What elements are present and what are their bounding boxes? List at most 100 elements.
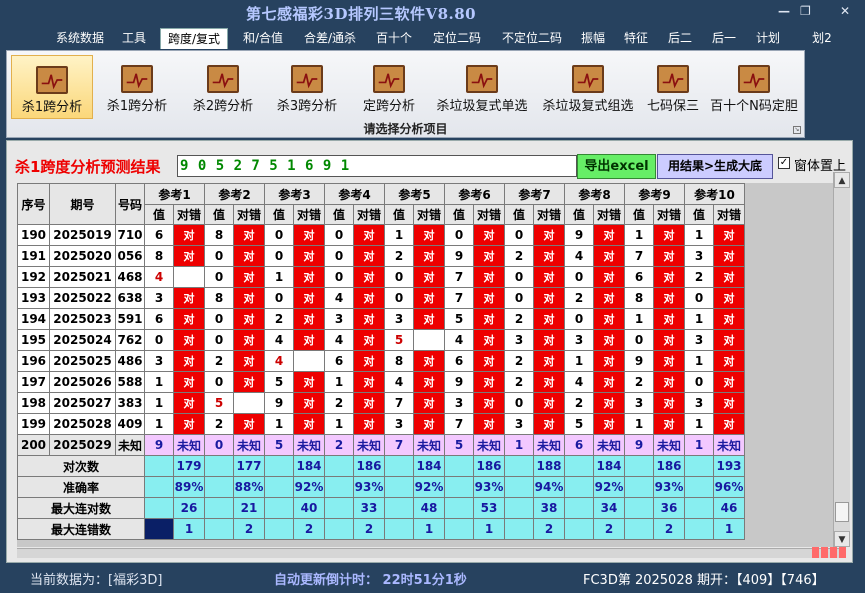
- menu-back-one[interactable]: 后一: [707, 28, 741, 49]
- ribbon-fixed-span-analysis[interactable]: 定跨分析: [353, 55, 425, 119]
- stay-on-top-checkbox[interactable]: ✓: [778, 157, 790, 169]
- cell-result: 对: [653, 329, 685, 351]
- ribbon-expand-icon[interactable]: ↘: [793, 126, 801, 134]
- menu-amplitude[interactable]: 振幅: [576, 28, 610, 49]
- cell-result: 对: [593, 392, 625, 414]
- cell-result: 对: [413, 371, 445, 393]
- cell-value: 8: [204, 224, 234, 246]
- stats-spacer: [324, 476, 354, 498]
- cell-value: 1: [264, 266, 294, 288]
- cell-result: 对: [533, 245, 565, 267]
- table-row[interactable]: 194 2025023 591 6 对 0 对 2 对 3 对 3 对 5 对 2 对 0 对 1 对 1 对: [17, 308, 745, 330]
- header-ref-10: 参考10: [684, 183, 745, 205]
- stats-spacer: [444, 476, 474, 498]
- cell-result: 对: [593, 224, 625, 246]
- close-button[interactable]: ✕: [840, 4, 850, 18]
- stats-spacer: [144, 518, 174, 540]
- cell-result: 对: [533, 329, 565, 351]
- restore-button[interactable]: ❐: [800, 4, 811, 18]
- cell-value: 1: [144, 392, 174, 414]
- stats-spacer: [144, 497, 174, 519]
- horizontal-scrollbar[interactable]: [17, 548, 839, 558]
- cell-value: 0: [204, 266, 234, 288]
- ribbon-kill1-span-analysis-b[interactable]: 杀1跨分析: [99, 55, 175, 119]
- menu-hundreds-tens-units[interactable]: 百十个: [372, 28, 416, 49]
- row-period: 2025023: [49, 308, 116, 330]
- stats-label: 对次数: [17, 455, 145, 477]
- cell-value: 0: [204, 245, 234, 267]
- subheader-result: 对错: [413, 204, 445, 225]
- generate-base-button[interactable]: 用结果>生成大底: [657, 154, 773, 179]
- cell-result: 对: [653, 392, 685, 414]
- result-field[interactable]: 9 0 5 2 7 5 1 6 9 1: [177, 155, 577, 177]
- menu-diff-kill[interactable]: 合差/通杀: [298, 28, 362, 49]
- cell-value: 9: [144, 434, 174, 456]
- row-seq: 199: [17, 413, 50, 435]
- ribbon-htu-n-code[interactable]: 百十个N码定胆: [707, 55, 801, 119]
- table-row[interactable]: 191 2025020 056 8 对 0 对 0 对 0 对 2 对 9 对 2 对 4 对 7 对 3 对: [17, 245, 745, 267]
- scroll-thumb[interactable]: [835, 502, 849, 522]
- vertical-scrollbar[interactable]: ▲ ▼: [833, 172, 850, 547]
- export-excel-button[interactable]: 导出excel: [577, 154, 656, 179]
- cell-result: 未知: [653, 434, 685, 456]
- menu-back-two[interactable]: 后二: [663, 28, 697, 49]
- cell-result: 未知: [473, 434, 505, 456]
- menu-system-data[interactable]: 系统数据: [52, 28, 108, 49]
- table-row[interactable]: 199 2025028 409 1 对 2 对 1 对 1 对 3 对 7 对 3 对 5 对 1 对 1 对: [17, 413, 745, 435]
- menu-features[interactable]: 特征: [619, 28, 653, 49]
- row-code: 638: [115, 287, 145, 309]
- row-period: 2025025: [49, 350, 116, 372]
- menu-tools[interactable]: 工具: [118, 28, 150, 49]
- table-row[interactable]: 198 2025027 383 1 对 5 9 对 2 对 7 对 3 对 0 对 2 对 3 对 3 对: [17, 392, 745, 414]
- ribbon-kill2-span-analysis[interactable]: 杀2跨分析: [185, 55, 261, 119]
- cell-value: 3: [324, 308, 354, 330]
- stats-spacer: [624, 518, 654, 540]
- menu-fixed-two-code[interactable]: 定位二码: [428, 28, 486, 49]
- results-grid[interactable]: 序号 期号 号码 参考1 参考2 参考3 参考4 参考5 参考6 参考7 参考8…: [17, 183, 839, 547]
- ribbon-kill1-span-analysis-a[interactable]: 杀1跨分析: [11, 55, 93, 119]
- table-row[interactable]: 197 2025026 588 1 对 0 对 5 对 1 对 4 对 9 对 2 对 4 对 2 对 0 对: [17, 371, 745, 393]
- table-row[interactable]: 190 2025019 710 6 对 8 对 0 对 0 对 1 对 0 对 0 对 9 对 1 对 1 对: [17, 224, 745, 246]
- ribbon-kill-junk-single[interactable]: 杀垃圾复式单选: [431, 55, 533, 119]
- table-row[interactable]: 196 2025025 486 3 对 2 对 4 6 对 8 对 6 对 2 对 1 对 9 对 1 对: [17, 350, 745, 372]
- ribbon-seven-code-three[interactable]: 七码保三: [641, 55, 705, 119]
- minimize-button[interactable]: —: [778, 4, 790, 18]
- menu-unfixed-two-code[interactable]: 不定位二码: [497, 28, 567, 49]
- cell-result: 对: [353, 287, 385, 309]
- menu-span-compound[interactable]: 跨度/复式: [160, 28, 228, 49]
- table-row[interactable]: 192 2025021 468 4 0 对 1 对 0 对 0 对 7 对 0 对 0 对 6 对 2 对: [17, 266, 745, 288]
- cell-value: 0: [444, 224, 474, 246]
- stats-row: 准确率 89% 88% 92% 93% 92% 93% 94% 92% 93% 96%: [17, 476, 745, 498]
- table-row-pending[interactable]: 200 2025029 未知 9 未知 0 未知 5 未知 2 未知 7 未知 5 未知 1 未知 6 未知 9 未知 1…: [17, 434, 745, 456]
- scroll-up-icon[interactable]: ▲: [834, 172, 850, 188]
- stats-value: 33: [353, 497, 385, 519]
- menu-sum-value[interactable]: 和/合值: [237, 28, 289, 49]
- scroll-down-icon[interactable]: ▼: [834, 531, 850, 547]
- current-data-label: 当前数据为：[福彩3D]: [30, 573, 163, 588]
- menu-overflow[interactable]: 划2: [808, 28, 836, 49]
- cell-result: 对: [353, 245, 385, 267]
- stats-value: 1: [173, 518, 205, 540]
- cell-result: 对: [653, 308, 685, 330]
- menu-plan[interactable]: 计划: [751, 28, 785, 49]
- cell-value: 2: [324, 434, 354, 456]
- stats-value: 36: [653, 497, 685, 519]
- stats-value: 2: [653, 518, 685, 540]
- cell-value: 2: [264, 308, 294, 330]
- cell-value: 1: [624, 308, 654, 330]
- cell-result: 对: [413, 287, 445, 309]
- cell-result: 对: [413, 266, 445, 288]
- table-row[interactable]: 195 2025024 762 0 对 0 对 4 对 4 对 5 4 对 3 对 3 对 0 对 3 对: [17, 329, 745, 351]
- cell-result: 对: [233, 287, 265, 309]
- row-period: 2025029: [49, 434, 116, 456]
- cell-result: 对: [593, 350, 625, 372]
- cell-value: 4: [564, 245, 594, 267]
- cell-value: 2: [624, 371, 654, 393]
- table-row[interactable]: 193 2025022 638 3 对 8 对 0 对 4 对 0 对 7 对 0 对 2 对 8 对 0 对: [17, 287, 745, 309]
- ribbon-kill3-span-analysis[interactable]: 杀3跨分析: [269, 55, 345, 119]
- cell-value: 9: [564, 224, 594, 246]
- stats-spacer: [684, 497, 714, 519]
- cell-result: 对: [473, 329, 505, 351]
- ribbon-kill-junk-group[interactable]: 杀垃圾复式组选: [537, 55, 639, 119]
- cell-value: 1: [144, 371, 174, 393]
